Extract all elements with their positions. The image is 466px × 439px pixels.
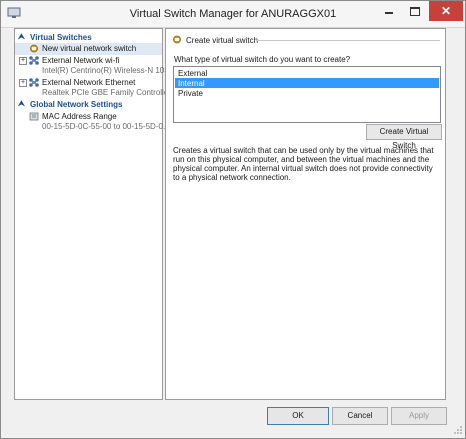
details-pane: Create virtual switch What type of virtu…: [165, 28, 446, 400]
nav-item-external-wifi[interactable]: + External Network wi-fi Intel(R) Centri…: [15, 55, 173, 76]
switch-type-description: Creates a virtual switch that can be use…: [173, 146, 434, 182]
section-title: Create virtual switch: [186, 36, 259, 45]
nav-item-label: New virtual network switch: [42, 44, 137, 53]
option-internal[interactable]: Internal: [175, 78, 439, 88]
option-label: External: [178, 69, 208, 78]
nav-item-adapter: Intel(R) Centrino(R) Wireless-N 1030: [42, 66, 174, 75]
title-bar: Virtual Switch Manager for ANURAGGX01 ✕: [1, 1, 465, 28]
virtual-switch-manager-window: Virtual Switch Manager for ANURAGGX01 ✕ …: [0, 0, 466, 439]
nav-item-label: MAC Address Range: [42, 112, 117, 121]
expand-plus-icon[interactable]: +: [19, 57, 27, 65]
mac-address-icon: [29, 112, 39, 121]
network-switch-icon: [29, 78, 39, 87]
virtual-switches-section-header[interactable]: ⮝ Virtual Switches: [15, 32, 162, 43]
section-label: Virtual Switches: [30, 33, 92, 42]
global-network-settings-header[interactable]: ⮝ Global Network Settings: [15, 99, 162, 110]
collapse-chevron-icon[interactable]: ⮝: [18, 99, 25, 109]
cancel-button[interactable]: Cancel: [332, 407, 388, 425]
nav-item-external-ethernet[interactable]: + External Network Ethernet Realtek PCIe…: [15, 77, 171, 98]
navigation-pane: ⮝ Virtual Switches New virtual network s…: [14, 28, 173, 400]
nav-item-adapter: Realtek PCIe GBE Family Controller: [42, 88, 171, 97]
divider: [256, 40, 440, 41]
create-virtual-switch-button[interactable]: Create Virtual Switch: [366, 124, 442, 150]
expand-plus-icon[interactable]: +: [19, 79, 27, 87]
collapse-chevron-icon[interactable]: ⮝: [18, 32, 25, 42]
section-label: Global Network Settings: [30, 100, 123, 109]
maximize-button[interactable]: [402, 1, 428, 21]
new-switch-icon: [30, 44, 38, 53]
resize-grip-icon[interactable]: [453, 425, 463, 435]
nav-item-mac-address-range[interactable]: MAC Address Range 00-15-5D-0C-55-00 to 0…: [15, 111, 170, 132]
nav-item-label: External Network Ethernet: [42, 78, 136, 87]
new-switch-icon: [173, 35, 181, 44]
option-label: Internal: [178, 79, 205, 88]
switch-type-listbox[interactable]: External Internal Private: [173, 66, 441, 123]
option-label: Private: [178, 89, 203, 98]
section-header: Create virtual switch: [172, 35, 440, 45]
option-external[interactable]: External: [175, 68, 439, 78]
minimize-button[interactable]: [376, 1, 402, 21]
network-switch-icon: [29, 56, 39, 65]
nav-item-value: 00-15-5D-0C-55-00 to 00-15-5D-0...: [42, 122, 170, 131]
nav-item-new-virtual-switch[interactable]: New virtual network switch: [15, 43, 162, 55]
close-icon: ✕: [440, 4, 452, 18]
option-private[interactable]: Private: [175, 88, 439, 98]
switch-type-question: What type of virtual switch do you want …: [174, 55, 351, 64]
close-button[interactable]: ✕: [429, 1, 463, 21]
apply-button: Apply: [391, 407, 447, 425]
nav-item-label: External Network wi-fi: [42, 56, 120, 65]
ok-button[interactable]: OK: [267, 407, 329, 425]
